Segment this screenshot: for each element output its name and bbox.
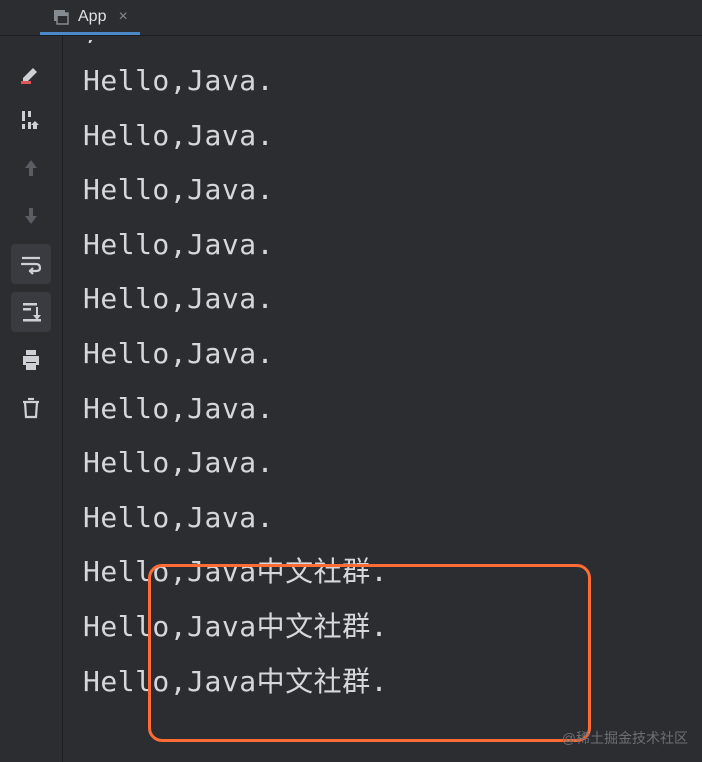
arrow-down-icon[interactable] [11, 196, 51, 236]
console-line: Hello,Java中文社群. [83, 545, 702, 600]
console-output[interactable]: , Hello,Java.Hello,Java.Hello,Java.Hello… [62, 36, 702, 762]
partial-line: , [83, 40, 702, 54]
trash-icon[interactable] [11, 388, 51, 428]
console-line: Hello,Java. [83, 54, 702, 109]
tab-label: App [78, 8, 106, 26]
tab-bar: App × [0, 0, 702, 36]
console-line: Hello,Java. [83, 491, 702, 546]
arrow-up-icon[interactable] [11, 148, 51, 188]
watermark: @稀土掘金技术社区 [562, 728, 688, 748]
highlighter-icon[interactable] [11, 52, 51, 92]
scroll-to-end-icon[interactable] [11, 292, 51, 332]
console-line: Hello,Java中文社群. [83, 600, 702, 655]
console-line: Hello,Java. [83, 109, 702, 164]
main-area: , Hello,Java.Hello,Java.Hello,Java.Hello… [0, 36, 702, 762]
soft-wrap-icon[interactable] [11, 244, 51, 284]
console-line: Hello,Java. [83, 272, 702, 327]
console-line: Hello,Java. [83, 327, 702, 382]
console-line: Hello,Java. [83, 163, 702, 218]
console-line: Hello,Java中文社群. [83, 655, 702, 710]
toolbar [0, 36, 62, 762]
console-line: Hello,Java. [83, 218, 702, 273]
console-line: Hello,Java. [83, 436, 702, 491]
console-line: Hello,Java. [83, 382, 702, 437]
print-icon[interactable] [11, 340, 51, 380]
sort-icon[interactable] [11, 100, 51, 140]
window-icon [52, 8, 70, 26]
close-icon[interactable]: × [118, 8, 127, 26]
tab-app[interactable]: App × [40, 2, 140, 35]
